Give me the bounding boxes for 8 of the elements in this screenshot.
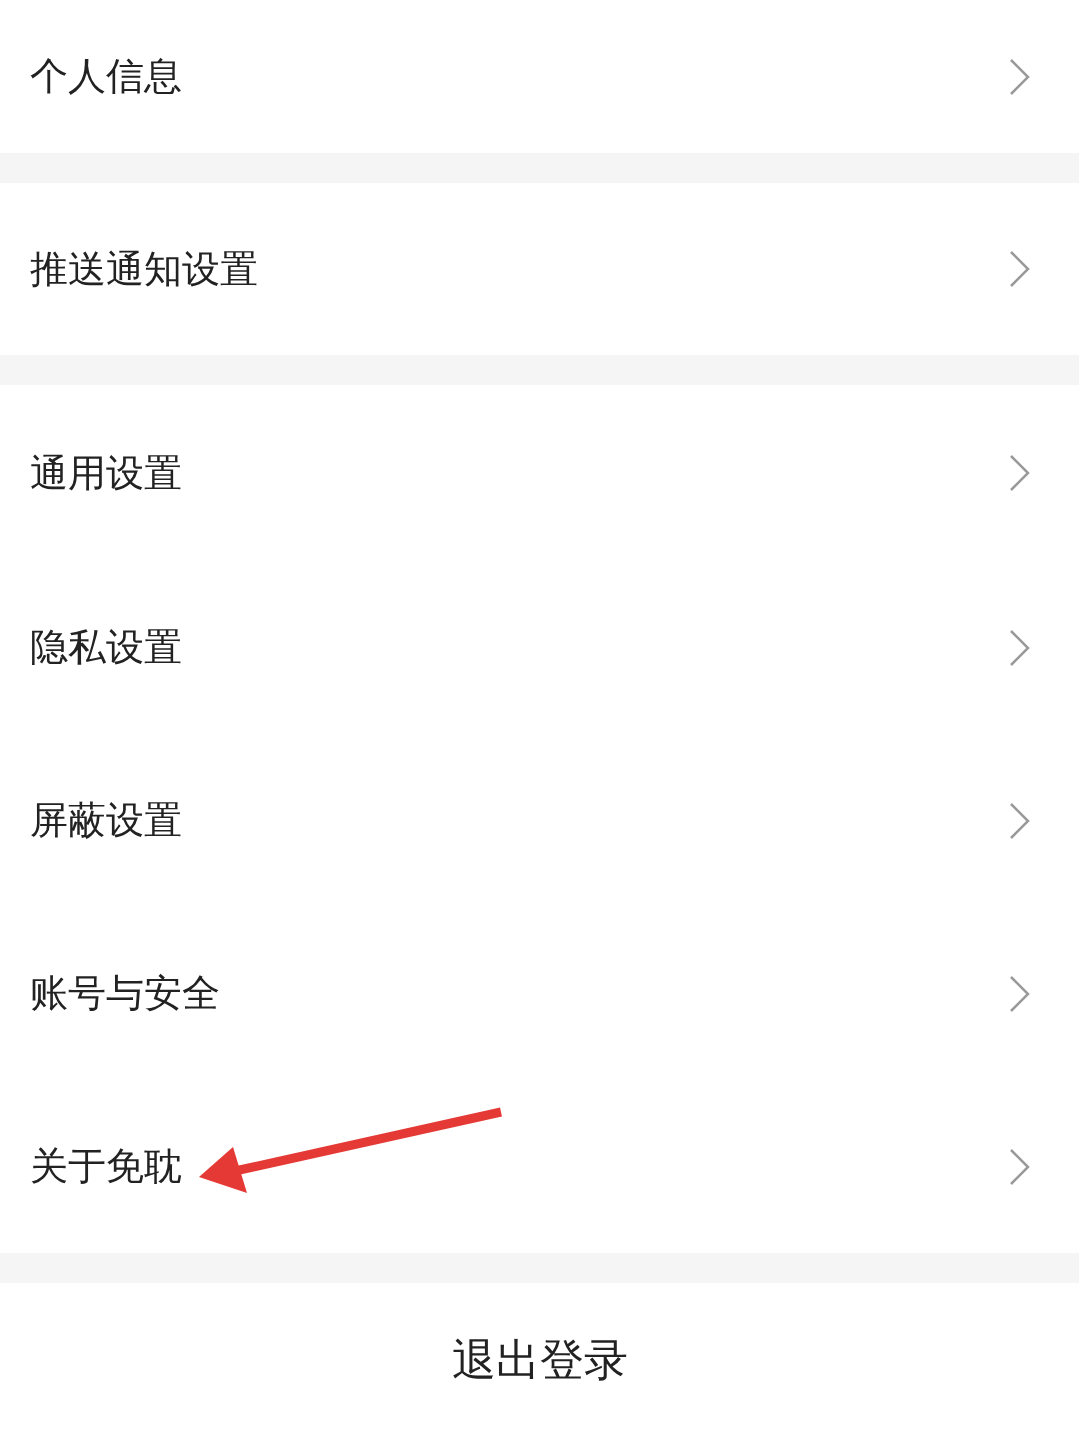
chevron-right-icon: [1009, 454, 1031, 492]
chevron-right-icon: [1009, 250, 1031, 288]
chevron-right-icon: [1009, 974, 1031, 1013]
chevron-right-icon: [1009, 57, 1031, 96]
chevron-right-icon: [1009, 801, 1031, 840]
chevron-right-icon: [1009, 628, 1031, 667]
chevron-right-icon: [1009, 1147, 1031, 1186]
logout-button[interactable]: 退出登录: [0, 1283, 1079, 1432]
